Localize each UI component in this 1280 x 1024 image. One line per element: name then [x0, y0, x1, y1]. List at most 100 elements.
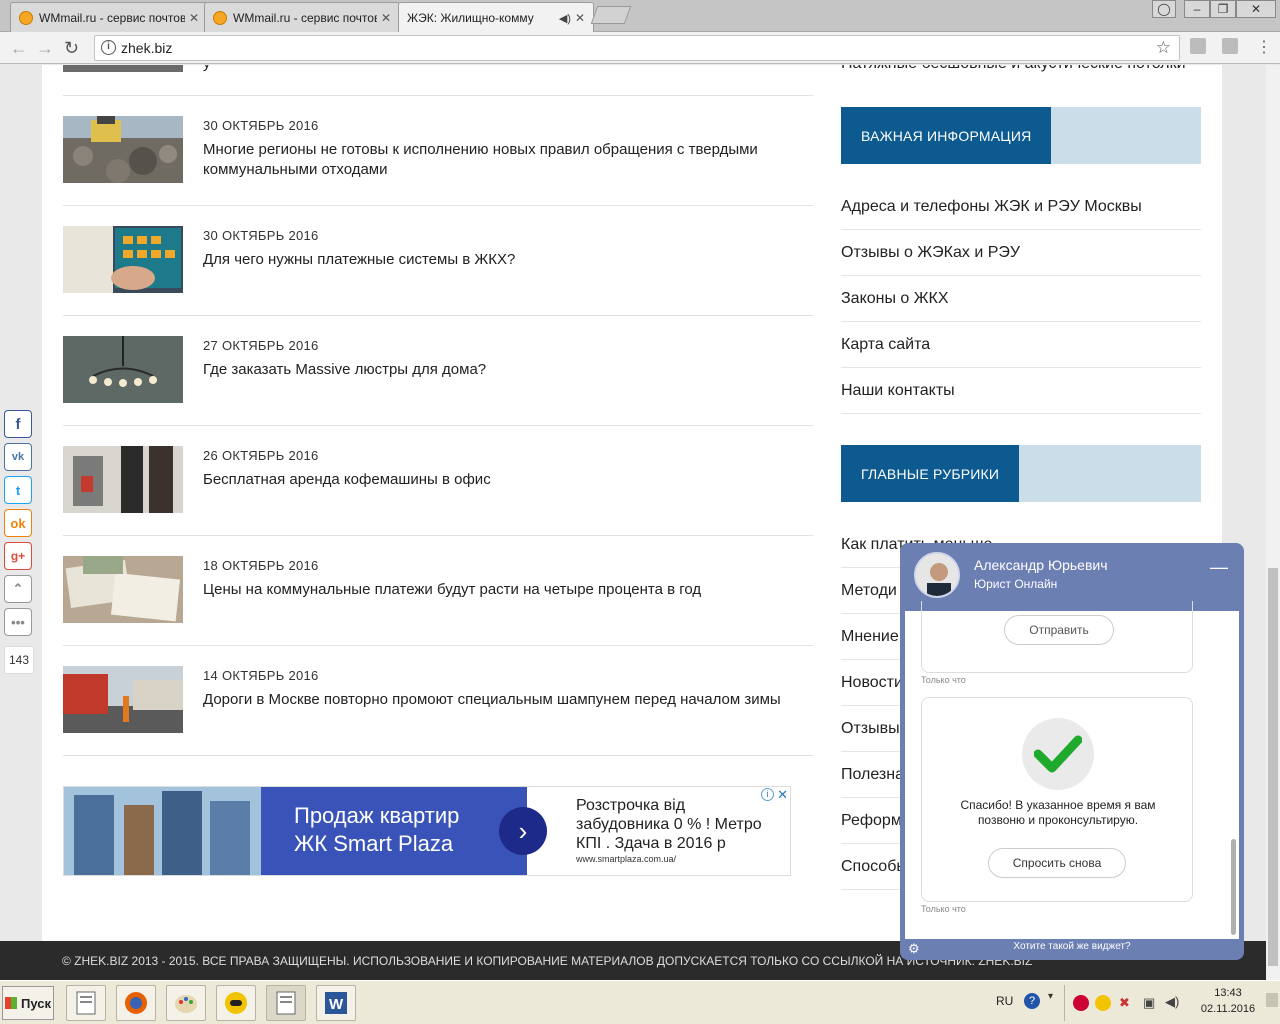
new-tab-button[interactable]	[590, 6, 632, 24]
sidebar-link[interactable]: Отзывы о ЖЭКах и РЭУ	[841, 230, 1201, 276]
windows-taskbar: Пуск W RU ? ▾ ✖ ▣ ◀) 13:43 02.11.2016	[0, 980, 1280, 1024]
ad-body-text: Розстрочка від забудовника 0 % ! Метро К…	[576, 797, 762, 852]
address-bar[interactable]: i zhek.biz ☆	[94, 35, 1180, 61]
svg-text:W: W	[329, 996, 344, 1013]
back-icon[interactable]: ←	[10, 38, 28, 59]
bookmark-star-icon[interactable]: ☆	[1156, 38, 1171, 58]
sidebar-link[interactable]: Адреса и телефоны ЖЭК и РЭУ Москвы	[841, 184, 1201, 230]
news-thumbnail[interactable]	[63, 556, 183, 623]
news-thumbnail[interactable]	[63, 116, 183, 183]
ad-arrow-button[interactable]: ›	[499, 807, 547, 855]
news-title-partial[interactable]: у	[203, 65, 211, 72]
profile-icon[interactable]: ◯	[1152, 0, 1176, 18]
news-thumbnail[interactable]	[63, 226, 183, 293]
chat-messages: Отправить Только что Спасибо! В указанно…	[905, 601, 1239, 939]
tab-title: WMmail.ru - сервис почтов	[39, 10, 185, 25]
extension-icon[interactable]	[1190, 38, 1206, 54]
news-date: 18 ОКТЯБРЬ 2016	[203, 558, 319, 573]
taskbar-firefox-icon[interactable]	[116, 985, 156, 1021]
list-item-partial: у	[63, 65, 813, 96]
payment-terminal-image	[63, 226, 183, 293]
news-date: 27 ОКТЯБРЬ 2016	[203, 338, 319, 353]
news-thumbnail[interactable]	[63, 666, 183, 733]
news-title[interactable]: Где заказать Massive люстры для дома?	[203, 360, 813, 380]
volume-icon[interactable]: ◀)	[1165, 994, 1179, 1010]
news-title[interactable]: Бесплатная аренда кофемашины в офис	[203, 470, 813, 490]
sidebar-link-partial[interactable]: Натяжные бесшовные и акустические потолк…	[841, 65, 1186, 73]
ad-close-icon[interactable]: ✕	[777, 787, 788, 803]
minimize-chat-icon[interactable]: —	[1210, 557, 1228, 578]
tab-wmmail-2[interactable]: WMmail.ru - сервис почтов ✕	[204, 2, 400, 32]
taskbar-paint-icon[interactable]	[166, 985, 206, 1021]
audio-icon[interactable]: ◀)	[559, 12, 571, 25]
menu-icon[interactable]: ⋮	[1256, 37, 1272, 57]
clock-date[interactable]: 02.11.2016	[1190, 1003, 1266, 1015]
news-title[interactable]: Дороги в Москве повторно промоют специал…	[203, 690, 813, 710]
sidebar-link[interactable]: Наши контакты	[841, 368, 1201, 414]
googleplus-share-icon[interactable]: g+	[4, 542, 32, 570]
collapse-icon[interactable]: ⌃	[4, 575, 32, 603]
close-tab-icon[interactable]: ✕	[575, 11, 585, 25]
show-desktop-button[interactable]	[1266, 993, 1278, 1007]
tab-wmmail-1[interactable]: WMmail.ru - сервис почтов ✕	[10, 2, 208, 32]
reload-icon[interactable]: ↻	[64, 38, 79, 59]
send-button[interactable]: Отправить	[1004, 615, 1114, 645]
utility-bills-image	[63, 556, 183, 623]
news-title[interactable]: Цены на коммунальные платежи будут расти…	[203, 580, 813, 600]
language-indicator[interactable]: RU	[996, 994, 1013, 1008]
facebook-share-icon[interactable]: f	[4, 410, 32, 438]
list-item: 18 ОКТЯБРЬ 2016 Цены на коммунальные пла…	[63, 536, 813, 646]
restore-button[interactable]: ❐	[1210, 0, 1236, 18]
chat-message-bubble: Отправить	[921, 601, 1193, 673]
extension-icon[interactable]	[1222, 38, 1238, 54]
clock-time[interactable]: 13:43	[1196, 987, 1260, 999]
tab-title: ЖЭК: Жилищно-комму	[407, 11, 534, 25]
twitter-share-icon[interactable]: t	[4, 476, 32, 504]
more-icon[interactable]: •••	[4, 608, 32, 636]
help-icon[interactable]: ?	[1024, 993, 1040, 1009]
taskbar-app-document-icon[interactable]	[66, 985, 106, 1021]
chat-widget: Александр Юрьевич Юрист Онлайн — Отправи…	[900, 543, 1244, 960]
minimize-button[interactable]: –	[1184, 0, 1210, 18]
news-thumbnail[interactable]	[63, 446, 183, 513]
start-button[interactable]: Пуск	[2, 986, 54, 1020]
news-thumbnail[interactable]	[63, 65, 183, 72]
important-info-title: ВАЖНАЯ ИНФОРМАЦИЯ	[841, 107, 1052, 164]
tray-arrow-icon[interactable]: ▾	[1048, 991, 1053, 1002]
chandelier-image	[63, 336, 183, 403]
thanks-text: Спасибо! В указанное время я вам позвоню…	[960, 798, 1156, 827]
share-counter: 143	[4, 646, 34, 674]
tray-app-icon[interactable]	[1073, 995, 1089, 1011]
close-tab-icon[interactable]: ✕	[381, 11, 391, 25]
tray-network-error-icon[interactable]: ✖	[1119, 995, 1130, 1011]
system-tray: ✖ ▣ ◀)	[1064, 985, 1204, 1021]
success-check-icon	[1022, 718, 1094, 790]
news-title[interactable]: Многие регионы не готовы к исполнению но…	[203, 140, 813, 180]
forward-icon[interactable]: →	[36, 38, 54, 59]
list-item: 14 ОКТЯБРЬ 2016 Дороги в Москве повторно…	[63, 646, 813, 756]
agent-avatar	[914, 552, 960, 598]
chat-scrollbar-thumb[interactable]	[1231, 839, 1236, 935]
ad-info-icon[interactable]: i	[761, 788, 774, 801]
tab-zhek-active[interactable]: ЖЭК: Жилищно-комму ◀) ✕	[398, 2, 594, 33]
widget-promo-link[interactable]: Хотите такой же виджет?	[900, 941, 1244, 952]
news-thumbnail[interactable]	[63, 336, 183, 403]
taskbar-app-document-icon[interactable]	[266, 985, 306, 1021]
close-tab-icon[interactable]: ✕	[189, 11, 199, 25]
tray-display-icon[interactable]: ▣	[1143, 995, 1155, 1011]
sidebar-link[interactable]: Законы о ЖКХ	[841, 276, 1201, 322]
odnoklassniki-share-icon[interactable]: ok	[4, 509, 32, 537]
scrollbar-thumb[interactable]	[1268, 568, 1278, 966]
taskbar-word-icon[interactable]: W	[316, 985, 356, 1021]
sidebar-link[interactable]: Карта сайта	[841, 322, 1201, 368]
agent-name: Александр Юрьевич	[974, 557, 1108, 573]
ad-banner[interactable]: Продаж квартир ЖК Smart Plaza › Розстроч…	[63, 786, 791, 876]
taskbar-vpn-icon[interactable]	[216, 985, 256, 1021]
news-date: 14 ОКТЯБРЬ 2016	[203, 668, 319, 683]
tray-vpn-icon[interactable]	[1095, 995, 1111, 1011]
site-info-icon[interactable]: i	[101, 40, 116, 55]
vk-share-icon[interactable]: vk	[4, 443, 32, 471]
ask-again-button[interactable]: Спросить снова	[988, 848, 1126, 878]
close-window-button[interactable]: ✕	[1236, 0, 1276, 18]
news-title[interactable]: Для чего нужны платежные системы в ЖКХ?	[203, 250, 813, 270]
